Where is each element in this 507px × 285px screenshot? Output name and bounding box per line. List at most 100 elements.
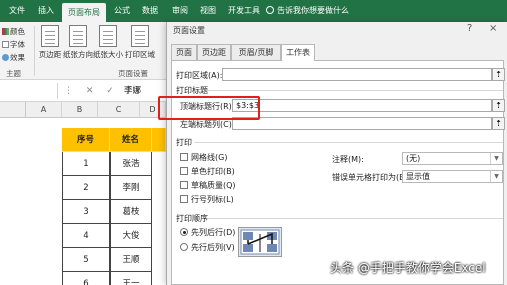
table-cell[interactable]: 4	[62, 224, 110, 248]
draft-quality-checkbox[interactable]: 草稿质量(Q)	[180, 180, 236, 191]
radio-dot	[180, 243, 188, 251]
header-cell-next[interactable]	[152, 128, 166, 152]
table-cell[interactable]: 李刚	[110, 176, 152, 200]
cell-errors-label: 错误单元格打印为(E):	[332, 173, 410, 182]
orientation-button[interactable]: 纸张方向	[63, 25, 93, 60]
page-setup-dialog: 页面设置 ? × 页面 页边距 页眉/页脚 工作表 打印区域(A): ⇡ 打印标…	[166, 22, 507, 285]
theme-fonts-button[interactable]: 字体	[0, 39, 25, 51]
table-cell[interactable]: 王一	[110, 272, 152, 285]
table-cell[interactable]: 5	[62, 248, 110, 272]
left-cols-input[interactable]	[232, 117, 492, 130]
group-separator	[34, 26, 35, 76]
dialog-tab-page[interactable]: 页面	[171, 44, 197, 60]
tab-developer[interactable]: 开发工具	[226, 0, 262, 22]
table-cell[interactable]: 2	[62, 176, 110, 200]
formula-input[interactable]: 李娜	[124, 83, 141, 99]
margins-label: 页边距	[38, 50, 62, 59]
theme-colors-button[interactable]: 颜色	[0, 26, 25, 38]
checkbox-label: 行号列标(L)	[191, 195, 234, 204]
print-titles-heading: 打印标题	[176, 86, 208, 95]
page-order-arrows-icon	[240, 229, 280, 255]
print-area-input[interactable]	[222, 68, 492, 81]
tab-page-layout[interactable]: 页面布局	[62, 3, 106, 22]
radio-label: 先列后行(D)	[191, 228, 236, 237]
column-header-c[interactable]: C	[98, 102, 140, 118]
dialog-title: 页面设置	[173, 26, 205, 35]
theme-effects-button[interactable]: 效果	[0, 52, 25, 64]
comments-select[interactable]: (无) ▼	[402, 152, 503, 165]
dialog-tab-sheet[interactable]: 工作表	[281, 44, 315, 61]
header-cell-name[interactable]: 姓名	[110, 128, 152, 152]
lightbulb-icon	[266, 6, 274, 14]
margins-icon	[41, 25, 59, 47]
select-all-corner[interactable]	[0, 102, 26, 118]
cell-errors-select[interactable]: 显示值 ▼	[402, 170, 503, 183]
page-order-preview-icon	[238, 227, 282, 257]
print-area-icon	[131, 25, 149, 47]
theme-fonts-label: 字体	[10, 40, 25, 49]
comments-label: 注释(M):	[332, 155, 364, 164]
header-cell-no[interactable]: 序号	[62, 128, 110, 152]
tab-file[interactable]: 文件	[6, 0, 28, 22]
collapse-dialog-icon[interactable]: ⇡	[492, 117, 505, 130]
left-cols-label: 左端标题列(C):	[180, 120, 235, 129]
tab-review[interactable]: 审阅	[168, 0, 192, 22]
dialog-tab-header-footer[interactable]: 页眉/页脚	[231, 44, 281, 60]
cell-errors-select-value: 显示值	[406, 172, 430, 181]
margins-button[interactable]: 页边距	[37, 25, 63, 60]
checkbox-box	[180, 153, 188, 161]
table-cell[interactable]: 葛枝	[110, 200, 152, 224]
down-then-over-radio[interactable]: 先列后行(D)	[180, 227, 235, 238]
sheet-tab-panel: 打印区域(A): ⇡ 打印标题 顶端标题行(R): $3:$3 ⇡ 左端标题列(…	[171, 60, 505, 285]
tab-formulas[interactable]: 公式	[110, 0, 134, 22]
gridlines-checkbox[interactable]: 网格线(G)	[180, 152, 227, 163]
table-cell[interactable]: 王顺	[110, 248, 152, 272]
size-label: 纸张大小	[93, 50, 123, 59]
close-button[interactable]: ×	[489, 23, 497, 34]
effects-icon	[2, 54, 9, 61]
table-cell[interactable]: 6	[62, 272, 110, 285]
tell-me-label: 告诉我你想要做什么	[277, 6, 349, 15]
comments-select-value: (无)	[406, 154, 421, 163]
ribbon-tab-bar: 文件 插入 页面布局 公式 数据 审阅 视图 开发工具 告诉我你想要做什么	[0, 0, 507, 22]
tab-view[interactable]: 视图	[196, 0, 220, 22]
page-setup-group-label: 页面设置	[118, 69, 148, 78]
table-cell[interactable]: 大俊	[110, 224, 152, 248]
tab-insert[interactable]: 插入	[34, 0, 58, 22]
tab-data[interactable]: 数据	[138, 0, 162, 22]
print-area-label: 打印区域	[125, 50, 155, 59]
watermark: 头条 @手把手教你学会Excel	[330, 261, 486, 275]
theme-colors-label: 颜色	[10, 27, 25, 36]
column-header-a-label: A	[26, 102, 62, 118]
checkbox-box	[180, 195, 188, 203]
tell-me-search[interactable]: 告诉我你想要做什么	[266, 0, 349, 22]
divider	[208, 90, 503, 91]
size-icon	[99, 25, 117, 47]
colors-icon	[2, 28, 9, 35]
orientation-icon	[69, 25, 87, 47]
orientation-label: 纸张方向	[63, 50, 93, 59]
print-heading: 打印	[176, 138, 192, 147]
chevron-down-icon: ▼	[490, 171, 502, 182]
theme-effects-label: 效果	[10, 53, 25, 62]
page-order-heading: 打印顺序	[176, 214, 208, 223]
table-cell[interactable]: 1	[62, 152, 110, 176]
table-cell[interactable]: 3	[62, 200, 110, 224]
size-button[interactable]: 纸张大小	[93, 25, 123, 60]
print-area-button[interactable]: 打印区域	[124, 25, 156, 60]
divider	[194, 142, 503, 143]
top-rows-input[interactable]: $3:$3	[232, 99, 492, 112]
collapse-dialog-icon[interactable]: ⇡	[492, 99, 505, 112]
row-col-headings-checkbox[interactable]: 行号列标(L)	[180, 194, 234, 205]
help-button[interactable]: ?	[467, 23, 472, 34]
over-then-down-radio[interactable]: 先行后列(V)	[180, 242, 235, 253]
fonts-icon	[2, 41, 9, 48]
name-box[interactable]	[0, 83, 58, 99]
checkbox-box	[180, 167, 188, 175]
table-cell[interactable]: 张浩	[110, 152, 152, 176]
black-white-checkbox[interactable]: 单色打印(B)	[180, 166, 235, 177]
checkbox-label: 单色打印(B)	[191, 167, 235, 176]
collapse-dialog-icon[interactable]: ⇡	[492, 68, 505, 81]
dialog-tab-margins[interactable]: 页边距	[197, 44, 231, 60]
column-header-b[interactable]: B	[62, 102, 98, 118]
